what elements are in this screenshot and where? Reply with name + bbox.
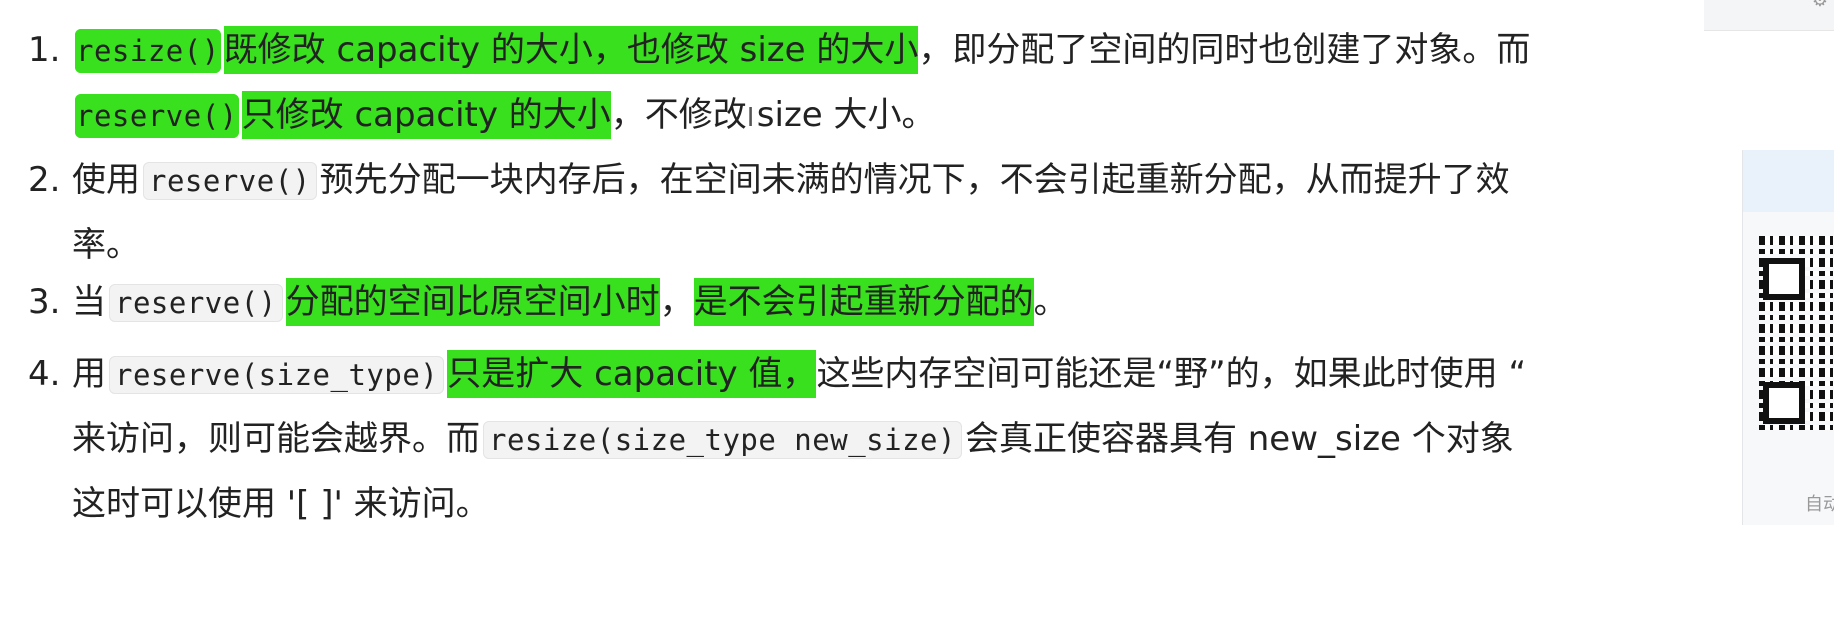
body-text: 用: [72, 354, 106, 394]
qr-finder-icon: [1763, 382, 1805, 424]
body-text: 使用: [72, 160, 140, 200]
body-text: 当: [72, 282, 106, 322]
text-cursor-icon: I: [746, 103, 755, 133]
line: reserve() 只修改 capacity 的大小，不修改Isize 大小。: [72, 83, 1740, 150]
list-number: 3.: [28, 282, 61, 322]
body-text: 。: [1033, 282, 1068, 322]
list-item: 3. 当 reserve() 分配的空间比原空间小时，是不会引起重新分配的。: [28, 270, 1740, 335]
list-item: 4. 用 reserve(size_type) 只是扩大 capacity 值，这些…: [28, 342, 1740, 536]
body-text: ，不修改: [610, 95, 747, 135]
line: 用 reserve(size_type) 只是扩大 capacity 值，这些内存空…: [72, 342, 1740, 407]
line: 使用 reserve() 预先分配一块内存后，在空间未满的情况下，不会引起重新分配，…: [72, 148, 1740, 213]
line: 来访问，则可能会越界。而 resize(size_type new_size) 会真…: [72, 407, 1740, 472]
highlighted-text: 是不会引起重新分配的: [693, 278, 1034, 326]
inline-code: reserve(): [109, 284, 283, 322]
line: resize() 既修改 capacity 的大小，也修改 size 的大小，即分…: [72, 18, 1740, 83]
inline-code: reserve(): [75, 94, 239, 138]
body-text: 这些内存空间可能还是“野”的，如果此时使用 “: [816, 354, 1527, 394]
toolbar-chip[interactable]: ⚙: [1704, 0, 1834, 31]
list-item: 1. resize() 既修改 capacity 的大小，也修改 size 的大小…: [28, 18, 1740, 150]
list-number: 2.: [28, 160, 61, 200]
side-panel-caption: 自动: [1805, 494, 1834, 515]
inline-code: resize(): [75, 29, 221, 73]
body-text: ，: [659, 282, 694, 322]
article-content: 1. resize() 既修改 capacity 的大小，也修改 size 的大小…: [0, 0, 1740, 619]
settings-icon[interactable]: ⚙: [1812, 0, 1828, 11]
side-panel-header: [1743, 150, 1834, 212]
list-number: 4.: [28, 354, 61, 394]
body-text: 来访问，则可能会越界。而: [72, 419, 480, 459]
highlighted-text: 只是扩大 capacity 值，: [447, 350, 817, 398]
highlighted-text: 既修改 capacity 的大小，也修改 size 的大小: [223, 26, 919, 74]
line: 率。: [72, 225, 140, 265]
highlighted-text: 只修改 capacity 的大小: [241, 91, 611, 139]
body-text: 会真正使容器具有 new_size 个对象: [964, 419, 1514, 459]
body-text: 预先分配一块内存后，在空间未满的情况下，不会引起重新分配，从而提升了效: [319, 160, 1510, 200]
body-text: size 大小。: [756, 95, 936, 135]
inline-code: resize(size_type new_size): [483, 421, 962, 459]
inline-code: reserve(size_type): [109, 356, 445, 394]
list-item: 2. 使用 reserve() 预先分配一块内存后，在空间未满的情况下，不会引起重新…: [28, 148, 1740, 277]
line: 这时可以使用 '[ ]' 来访问。: [72, 484, 490, 524]
side-panel: 自动: [1742, 150, 1834, 525]
list-number: 1.: [28, 30, 61, 70]
highlighted-text: 分配的空间比原空间小时: [285, 278, 660, 326]
inline-code: reserve(): [143, 162, 317, 200]
qr-finder-icon: [1763, 258, 1805, 300]
body-text: ，即分配了空间的同时也创建了对象。而: [918, 30, 1531, 70]
